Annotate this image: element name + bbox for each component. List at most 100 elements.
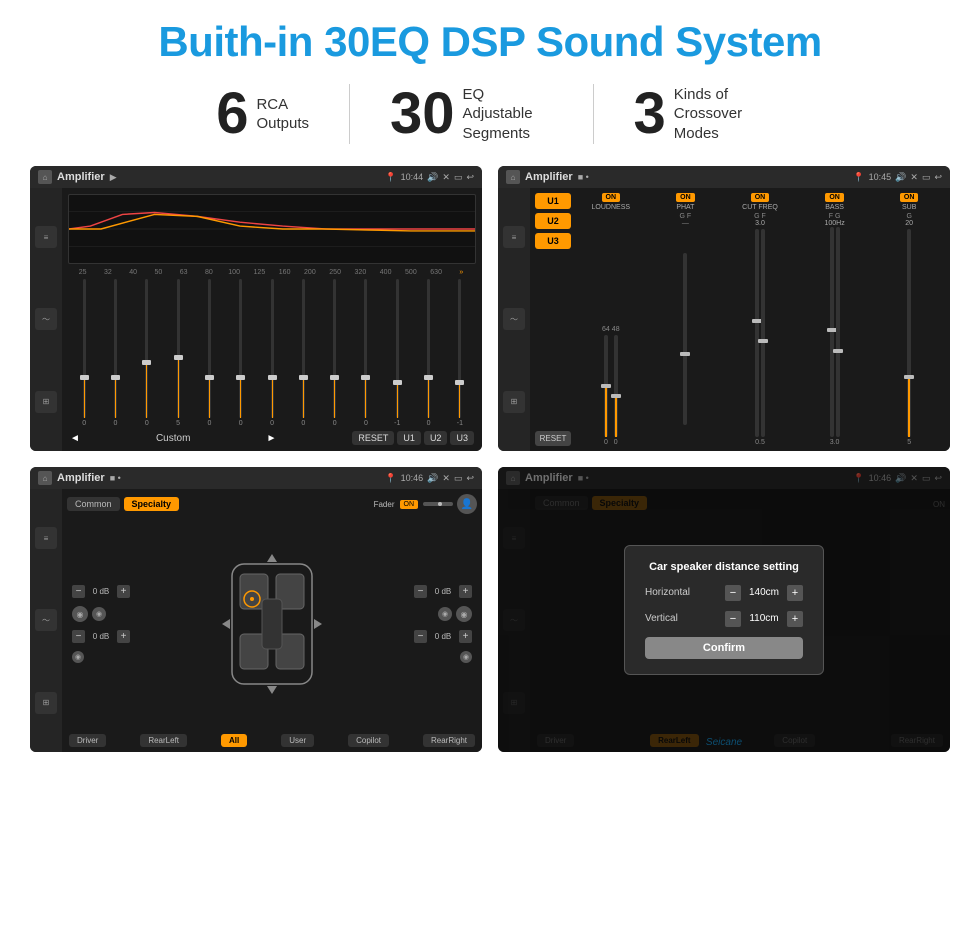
eq-thumb-9[interactable] — [361, 375, 370, 380]
btn-rearright[interactable]: RearRight — [423, 734, 475, 747]
amp-bass-thumb2[interactable] — [833, 349, 843, 353]
eq-next-btn[interactable]: ► — [266, 433, 276, 444]
dialog-confirm-btn[interactable]: Confirm — [645, 637, 803, 659]
eq-thumb-10[interactable] — [393, 380, 402, 385]
amp-loudness-track1[interactable] — [604, 335, 608, 437]
dialog-vertical-plus[interactable]: + — [787, 611, 803, 627]
amp-on-bass[interactable]: ON — [825, 193, 844, 202]
amp-x-icon[interactable]: ✕ — [910, 172, 918, 183]
fader-on-badge[interactable]: ON — [400, 500, 419, 509]
amp-back-icon[interactable]: ↩ — [934, 172, 942, 183]
amp-on-phat[interactable]: ON — [676, 193, 695, 202]
eq-sidebar-btn-2[interactable]: 〜 — [35, 308, 57, 330]
eq-track-4[interactable] — [208, 279, 211, 418]
amp-sidebar-btn-1[interactable]: ≡ — [503, 226, 525, 248]
eq-thumb-6[interactable] — [268, 375, 277, 380]
eq-track-9[interactable] — [364, 279, 367, 418]
eq-thumb-11[interactable] — [424, 375, 433, 380]
dialog-horizontal-minus[interactable]: − — [725, 585, 741, 601]
dialog-horizontal-plus[interactable]: + — [787, 585, 803, 601]
freq-arrow[interactable]: » — [449, 269, 474, 276]
amp-loudness-track2[interactable] — [614, 335, 618, 437]
eq-u1-btn[interactable]: U1 — [397, 431, 421, 445]
amp-bass-track1[interactable] — [830, 227, 834, 437]
vol-minus-rt[interactable]: − — [414, 585, 427, 598]
vol-plus-rb[interactable]: + — [459, 630, 472, 643]
btn-rearleft[interactable]: RearLeft — [140, 734, 187, 747]
eq-track-8[interactable] — [333, 279, 336, 418]
eq-thumb-12[interactable] — [455, 380, 464, 385]
eq-track-1[interactable] — [114, 279, 117, 418]
tab-specialty[interactable]: Specialty — [124, 497, 180, 511]
eq-track-10[interactable] — [396, 279, 399, 418]
amp-u2-btn[interactable]: U2 — [535, 213, 571, 229]
amp-cf-track2[interactable] — [761, 229, 765, 437]
vol-minus-rb[interactable]: − — [414, 630, 427, 643]
eq-prev-btn[interactable]: ◄ — [70, 433, 80, 444]
eq-thumb-3[interactable] — [174, 355, 183, 360]
eq-u2-btn[interactable]: U2 — [424, 431, 448, 445]
amp-on-sub[interactable]: ON — [900, 193, 919, 202]
fader-rect-icon[interactable]: ▭ — [454, 473, 463, 484]
amp-bass-track2[interactable] — [836, 227, 840, 437]
eq-track-7[interactable] — [302, 279, 305, 418]
amp-loudness-thumb2[interactable] — [611, 394, 621, 398]
amp-sidebar-btn-2[interactable]: 〜 — [503, 308, 525, 330]
eq-sidebar-btn-1[interactable]: ≡ — [35, 226, 57, 248]
dialog-vertical-minus[interactable]: − — [725, 611, 741, 627]
fader-x-icon[interactable]: ✕ — [442, 473, 450, 484]
eq-thumb-5[interactable] — [236, 375, 245, 380]
eq-thumb-4[interactable] — [205, 375, 214, 380]
eq-track-11[interactable] — [427, 279, 430, 418]
btn-user[interactable]: User — [281, 734, 314, 747]
btn-driver[interactable]: Driver — [69, 734, 106, 747]
fader-sidebar-btn-2[interactable]: 〜 — [35, 609, 57, 631]
fader-back-icon[interactable]: ↩ — [466, 473, 474, 484]
amp-sidebar-btn-3[interactable]: ⊞ — [503, 391, 525, 413]
eq-thumb-1[interactable] — [111, 375, 120, 380]
amp-phat-track[interactable] — [683, 253, 687, 425]
tab-common[interactable]: Common — [67, 497, 120, 511]
person-icon[interactable]: 👤 — [457, 494, 477, 514]
eq-reset-btn[interactable]: RESET — [352, 431, 394, 445]
amp-reset-btn[interactable]: RESET — [535, 431, 571, 446]
amp-u3-btn[interactable]: U3 — [535, 233, 571, 249]
eq-u3-btn[interactable]: U3 — [450, 431, 474, 445]
amp-home-icon[interactable]: ⌂ — [506, 170, 520, 184]
eq-thumb-8[interactable] — [330, 375, 339, 380]
eq-track-2[interactable] — [145, 279, 148, 418]
eq-track-3[interactable] — [177, 279, 180, 418]
btn-copilot[interactable]: Copilot — [348, 734, 389, 747]
fader-sidebar-btn-3[interactable]: ⊞ — [35, 692, 57, 714]
amp-on-loudness[interactable]: ON — [602, 193, 621, 202]
fader-thumb[interactable] — [438, 502, 442, 506]
eq-thumb-2[interactable] — [142, 360, 151, 365]
amp-rect-icon[interactable]: ▭ — [922, 172, 931, 183]
eq-track-0[interactable] — [83, 279, 86, 418]
fader-sidebar-btn-1[interactable]: ≡ — [35, 527, 57, 549]
vol-minus-lb[interactable]: − — [72, 630, 85, 643]
eq-thumb-7[interactable] — [299, 375, 308, 380]
eq-thumb-0[interactable] — [80, 375, 89, 380]
eq-back-icon[interactable]: ↩ — [466, 172, 474, 183]
eq-track-12[interactable] — [458, 279, 461, 418]
btn-all[interactable]: All — [221, 734, 247, 747]
amp-sub-track[interactable] — [907, 229, 911, 437]
amp-loudness-thumb1[interactable] — [601, 384, 611, 388]
fader-track[interactable] — [423, 502, 453, 506]
eq-track-5[interactable] — [239, 279, 242, 418]
eq-sidebar-btn-3[interactable]: ⊞ — [35, 391, 57, 413]
amp-cf-thumb2[interactable] — [758, 339, 768, 343]
eq-track-6[interactable] — [271, 279, 274, 418]
eq-rect-icon[interactable]: ▭ — [454, 172, 463, 183]
amp-on-cutfreq[interactable]: ON — [751, 193, 770, 202]
amp-sub-thumb[interactable] — [904, 375, 914, 379]
home-icon[interactable]: ⌂ — [38, 170, 52, 184]
amp-phat-thumb[interactable] — [680, 352, 690, 356]
eq-x-icon[interactable]: ✕ — [442, 172, 450, 183]
vol-plus-lb[interactable]: + — [117, 630, 130, 643]
amp-u1-btn[interactable]: U1 — [535, 193, 571, 209]
vol-plus-rt[interactable]: + — [459, 585, 472, 598]
fader-home-icon[interactable]: ⌂ — [38, 471, 52, 485]
vol-minus-lt[interactable]: − — [72, 585, 85, 598]
